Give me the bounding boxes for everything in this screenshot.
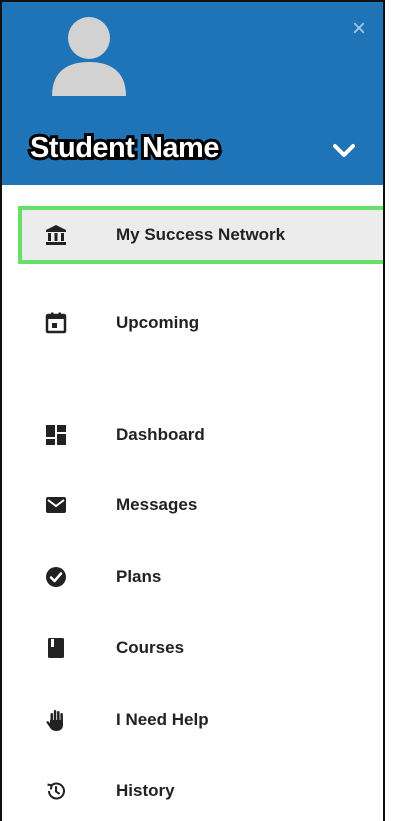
- nav-item-label: Dashboard: [116, 425, 205, 444]
- nav-item-upcoming[interactable]: Upcoming: [2, 297, 383, 349]
- nav-item-label: I Need Help: [116, 710, 209, 729]
- nav-item-label: Messages: [116, 495, 198, 514]
- nav-item-label: History: [116, 781, 175, 800]
- book-icon: [44, 636, 68, 660]
- dashboard-icon: [44, 423, 68, 447]
- nav-item-label: Courses: [116, 638, 185, 657]
- nav-item-plans[interactable]: Plans: [2, 551, 383, 603]
- student-name: Student Name: [27, 129, 222, 167]
- mail-icon: [44, 493, 68, 517]
- nav-item-label: My Success Network: [116, 225, 286, 244]
- check-circle-icon: [44, 565, 68, 589]
- side-drawer: × Student Name My Success Network Upcomi…: [0, 0, 385, 821]
- hand-icon: [44, 708, 68, 732]
- bank-icon: [44, 223, 68, 247]
- nav-item-my-success-network[interactable]: My Success Network: [18, 206, 383, 264]
- close-icon[interactable]: ×: [346, 16, 372, 42]
- drawer-header: × Student Name: [2, 2, 383, 185]
- nav-item-history[interactable]: History: [2, 765, 383, 817]
- nav-item-i-need-help[interactable]: I Need Help: [2, 694, 383, 746]
- history-icon: [44, 779, 68, 803]
- avatar: [50, 16, 128, 96]
- calendar-icon: [44, 311, 68, 335]
- chevron-down-icon[interactable]: [330, 137, 358, 165]
- nav-item-dashboard[interactable]: Dashboard: [2, 409, 383, 461]
- nav-item-messages[interactable]: Messages: [2, 479, 383, 531]
- user-icon: [52, 17, 126, 96]
- nav-item-courses[interactable]: Courses: [2, 622, 383, 674]
- nav-item-label: Plans: [116, 567, 162, 586]
- nav-item-label: Upcoming: [116, 313, 200, 332]
